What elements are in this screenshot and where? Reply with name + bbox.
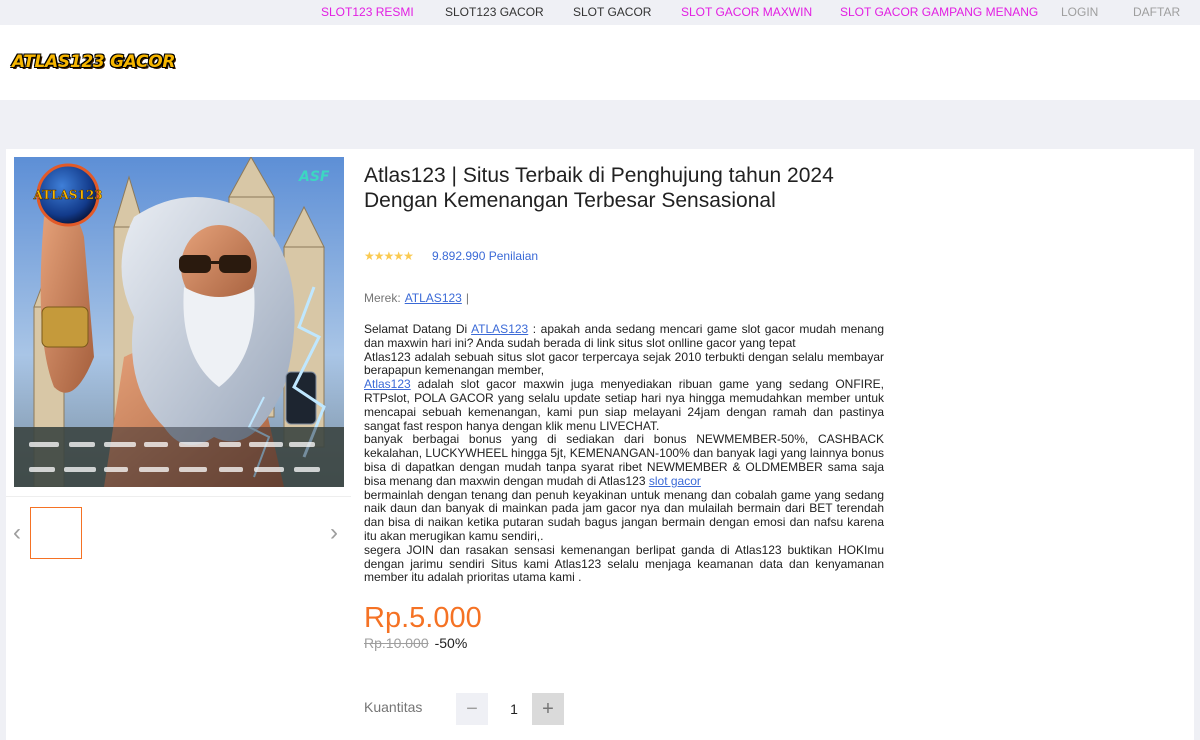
site-logo[interactable]: ATLAS123 GACOR	[12, 52, 175, 72]
quantity-label: Kuantitas	[364, 699, 423, 715]
star-icon: ★	[383, 249, 395, 263]
nav-daftar[interactable]: DAFTAR	[1133, 5, 1180, 19]
product-image-illustration: ATLAS123 ASF	[14, 157, 344, 487]
quantity-increase-button[interactable]: +	[532, 693, 564, 725]
nav-slot123-resmi[interactable]: SLOT123 RESMI	[321, 5, 414, 19]
description-paragraph: Atlas123 adalah sebuah situs slot gacor …	[364, 349, 884, 378]
star-icon: ★	[393, 249, 404, 263]
brand-row: Merek: ATLAS123 |	[364, 291, 469, 305]
gallery-divider	[6, 496, 351, 497]
description-link-atlas123-2[interactable]: Atlas123	[364, 377, 411, 391]
gallery-prev-button[interactable]: ‹	[10, 519, 24, 546]
description-paragraph: bermainlah dengan tenang dan penuh keyak…	[364, 487, 884, 543]
nav-login[interactable]: LOGIN	[1061, 5, 1098, 19]
description-text: Selamat Datang Di	[364, 322, 472, 336]
nav-slot-gacor[interactable]: SLOT GACOR	[573, 5, 651, 19]
description-paragraph: Selamat Datang Di ATLAS123 : apakah anda…	[364, 322, 884, 351]
nav-slot-gacor-gampang-menang[interactable]: SLOT GACOR GAMPANG MENANG	[840, 5, 1038, 19]
nav-slot-gacor-maxwin[interactable]: SLOT GACOR MAXWIN	[681, 5, 812, 19]
star-icon: ★	[373, 249, 385, 263]
star-icon: ★	[403, 249, 414, 263]
star-icon: ★	[364, 249, 375, 263]
product-description: Selamat Datang Di ATLAS123 : apakah anda…	[364, 322, 884, 585]
rating-stars: ★ ★ ★ ★ ★	[364, 249, 414, 263]
top-nav: SLOT123 RESMI SLOT123 GACOR SLOT GACOR S…	[0, 0, 1200, 25]
site-header: ATLAS123 GACOR	[0, 25, 1200, 100]
discount-badge: -50%	[434, 635, 468, 651]
rating-count-link[interactable]: 9.892.990 Penilaian	[432, 249, 538, 263]
description-text: adalah slot gacor maxwin juga menyediaka…	[364, 377, 884, 433]
description-link-slot-gacor[interactable]: slot gacor	[649, 474, 701, 488]
quantity-input[interactable]	[492, 693, 536, 725]
image-caption: ATLAS123	[32, 188, 102, 202]
quantity-decrease-button[interactable]: −	[456, 693, 488, 725]
price-meta: Rp.10.000 -50%	[364, 635, 467, 651]
description-link-atlas123[interactable]: ATLAS123	[471, 322, 528, 336]
current-price: Rp.5.000	[364, 602, 482, 634]
description-paragraph: Atlas123 adalah slot gacor maxwin juga m…	[364, 377, 884, 433]
gallery-next-button[interactable]: ›	[327, 519, 341, 546]
product-card: ATLAS123 ASF ‹ › Atlas123 | Situs Terbai…	[6, 149, 1194, 740]
description-text: banyak berbagai bonus yang di sediakan d…	[364, 432, 884, 488]
product-image[interactable]: ATLAS123 ASF	[14, 157, 344, 487]
nav-slot123-gacor[interactable]: SLOT123 GACOR	[445, 5, 544, 19]
image-badge: ASF	[298, 169, 330, 185]
description-paragraph: banyak berbagai bonus yang di sediakan d…	[364, 432, 884, 488]
gallery-thumbnail[interactable]	[30, 507, 82, 559]
brand-label: Merek:	[364, 291, 401, 305]
description-paragraph: segera JOIN dan rasakan sensasi kemenang…	[364, 542, 884, 585]
brand-separator: |	[465, 291, 469, 305]
original-price: Rp.10.000	[364, 635, 429, 651]
brand-link[interactable]: ATLAS123	[405, 291, 462, 305]
product-title: Atlas123 | Situs Terbaik di Penghujung t…	[364, 164, 834, 212]
